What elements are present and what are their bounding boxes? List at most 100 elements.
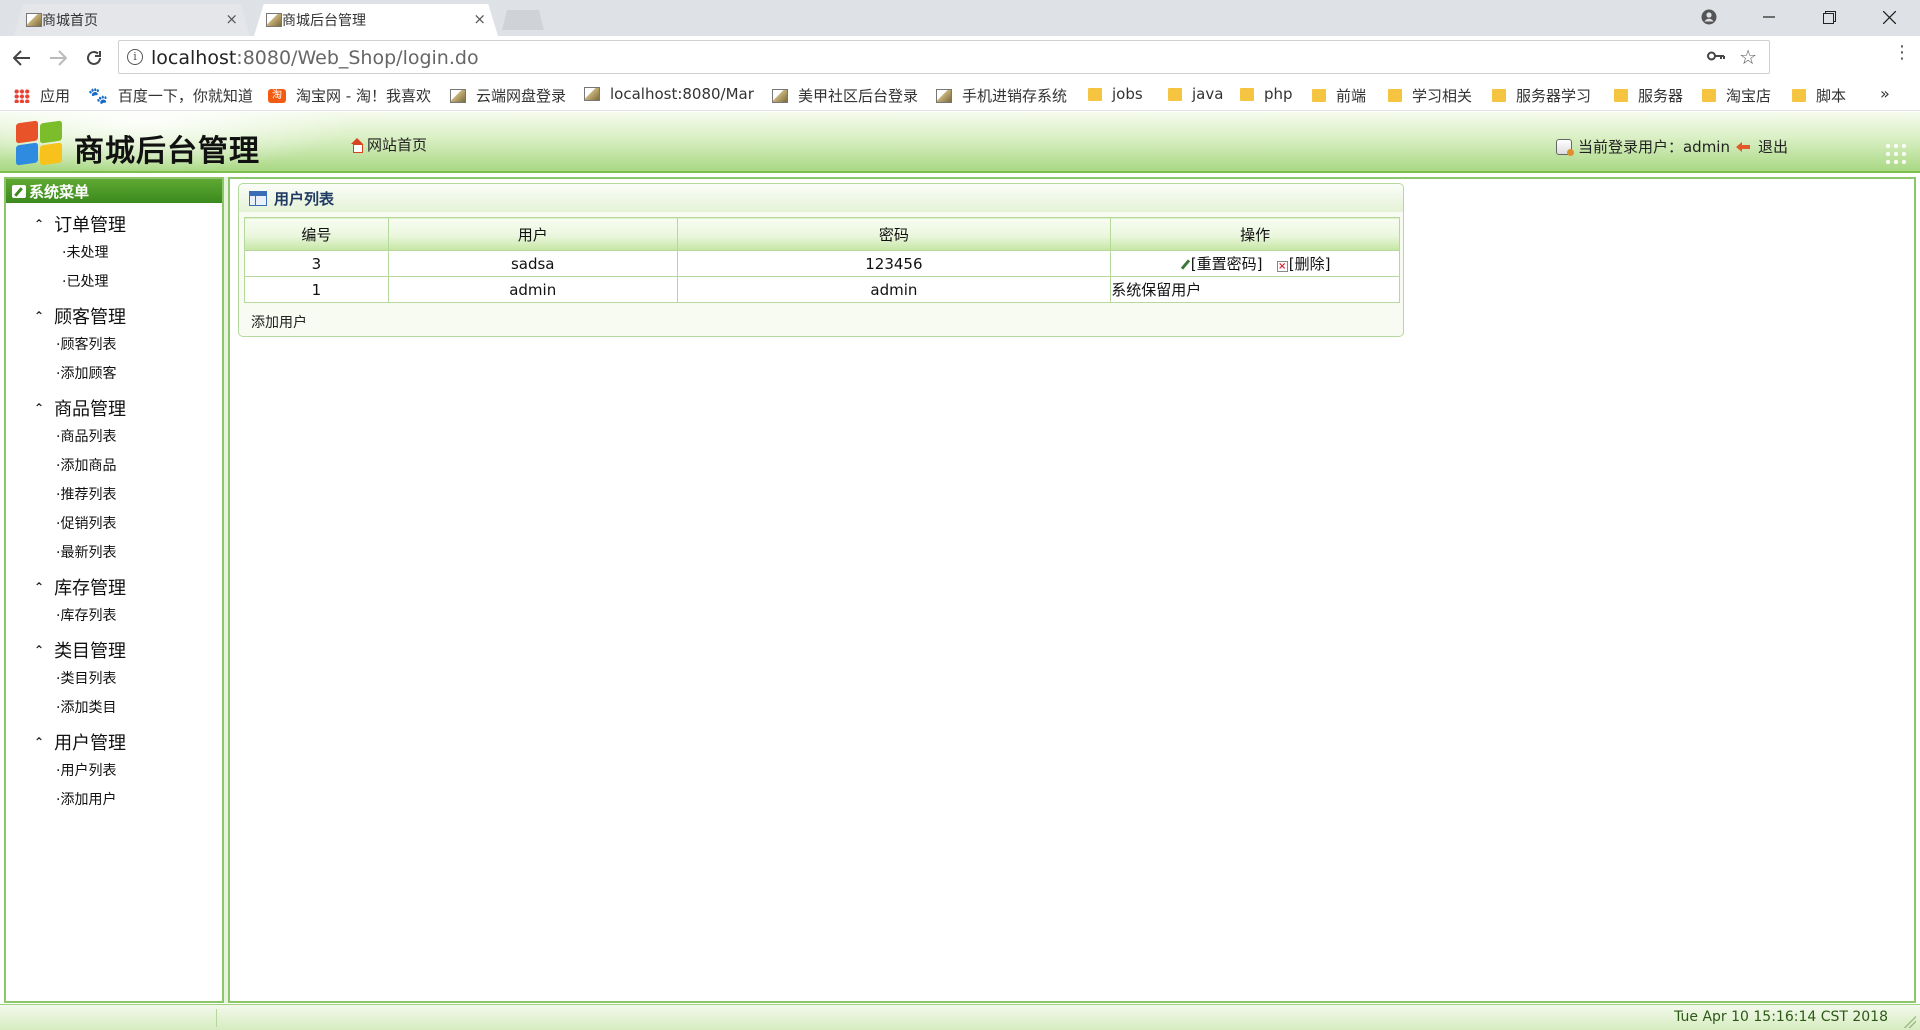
delete-user-link[interactable]: × [删除] <box>1276 255 1330 273</box>
content-frame: 用户列表 编号 用户 密码 操作 3 sadsa 123456 [重置密码] ×… <box>228 177 1916 1003</box>
minimize-icon[interactable] <box>1740 0 1798 34</box>
bookmark-folder-server-study[interactable]: 服务器学习 <box>1492 85 1591 106</box>
bookmark-apps[interactable]: 应用 <box>14 85 70 106</box>
menu-item-add-user[interactable]: ·添加用户 <box>34 786 222 815</box>
browser-tab-admin[interactable]: 商城后台管理 × <box>254 4 498 36</box>
bookmark-folder-java[interactable]: java <box>1168 85 1223 103</box>
column-header-actions: 操作 <box>1110 217 1400 251</box>
add-user-link[interactable]: 添加用户 <box>251 312 307 332</box>
table-row: 1 admin admin 系统保留用户 <box>244 276 1400 303</box>
cell-id: 1 <box>244 276 389 303</box>
folder-icon <box>1312 89 1326 102</box>
status-clock: Tue Apr 10 15:16:14 CST 2018 <box>1674 1009 1888 1025</box>
user-table: 编号 用户 密码 操作 3 sadsa 123456 [重置密码] ×[删除] <box>244 217 1400 303</box>
bookmark-nail-admin[interactable]: 美甲社区后台登录 <box>772 85 918 106</box>
bookmark-taobao[interactable]: 淘淘宝网 - 淘！我喜欢 <box>268 85 431 106</box>
table-header-row: 编号 用户 密码 操作 <box>244 217 1400 251</box>
bookmarks-bar: 应用 🐾 百度一下，你就知道 淘淘宝网 - 淘！我喜欢 云端网盘登录 localh… <box>0 78 1920 111</box>
menu-group-inventory[interactable]: ⌃ 库存管理 <box>34 572 222 602</box>
logout-link[interactable]: 退出 <box>1758 136 1788 157</box>
tab-close-icon[interactable]: × <box>225 10 238 28</box>
bookmark-folder-study[interactable]: 学习相关 <box>1388 85 1472 106</box>
panel-title: 用户列表 <box>274 189 335 208</box>
url-text: localhost:8080/Web_Shop/login.do <box>151 47 479 69</box>
menu-item-unprocessed[interactable]: ·未处理 <box>34 239 222 268</box>
site-home-link[interactable]: 网站首页 <box>350 134 427 155</box>
new-tab-button[interactable] <box>502 10 544 30</box>
restore-icon[interactable] <box>1800 0 1858 34</box>
page-icon <box>584 87 600 101</box>
address-bar[interactable]: i localhost:8080/Web_Shop/login.do ☆ <box>118 40 1770 74</box>
folder-icon <box>1702 89 1716 102</box>
menu-item-add-category[interactable]: ·添加类目 <box>34 694 222 723</box>
chevron-up-icon: ⌃ <box>34 217 45 231</box>
chevron-up-icon: ⌃ <box>34 580 45 594</box>
menu-group-products[interactable]: ⌃ 商品管理 <box>34 393 222 423</box>
page-favicon-icon <box>26 13 42 27</box>
key-icon[interactable] <box>1707 47 1725 67</box>
bookmark-star-icon[interactable]: ☆ <box>1739 45 1757 69</box>
menu-group-users[interactable]: ⌃ 用户管理 <box>34 727 222 757</box>
menu-item-category-list[interactable]: ·类目列表 <box>34 665 222 694</box>
menu-item-user-list[interactable]: ·用户列表 <box>34 757 222 786</box>
bookmark-baidu[interactable]: 🐾 百度一下，你就知道 <box>88 85 253 106</box>
menu-group-customers[interactable]: ⌃ 顾客管理 <box>34 301 222 331</box>
resize-grip-icon[interactable] <box>1902 1014 1916 1028</box>
profile-icon[interactable] <box>1680 0 1738 34</box>
back-icon[interactable] <box>8 44 36 72</box>
menu-group-orders[interactable]: ⌃ 订单管理 <box>34 209 222 239</box>
bookmark-folder-taobao-shop[interactable]: 淘宝店 <box>1702 85 1771 106</box>
cell-password: admin <box>676 276 1112 303</box>
folder-icon <box>1088 87 1102 101</box>
menu-item-promotion-list[interactable]: ·促销列表 <box>34 510 222 539</box>
current-username: admin <box>1682 137 1730 156</box>
logout-icon[interactable] <box>1735 141 1752 153</box>
tab-close-icon[interactable]: × <box>473 10 486 28</box>
menu-item-recommended-list[interactable]: ·推荐列表 <box>34 481 222 510</box>
grip-dots-icon <box>1884 142 1910 168</box>
browser-menu-icon[interactable]: ⋮ <box>1893 42 1911 63</box>
taobao-icon: 淘 <box>268 88 286 103</box>
folder-icon <box>1792 89 1806 102</box>
reload-icon[interactable] <box>80 44 108 72</box>
menu-item-add-customer[interactable]: ·添加顾客 <box>34 360 222 389</box>
windows-logo-icon <box>14 120 64 166</box>
menu-list: ⌃ 订单管理 ·未处理 ·已处理 ⌃ 顾客管理 ·顾客列表 ·添加顾客 ⌃ 商品管理 … <box>6 209 222 815</box>
menu-group-categories[interactable]: ⌃ 类目管理 <box>34 635 222 665</box>
bookmark-folder-server[interactable]: 服务器 <box>1614 85 1683 106</box>
apps-icon <box>14 88 30 103</box>
bookmark-phone-inventory[interactable]: 手机进销存系统 <box>936 85 1067 106</box>
menu-item-add-product[interactable]: ·添加商品 <box>34 452 222 481</box>
sidebar-menu: 系统菜单 ⌃ 订单管理 ·未处理 ·已处理 ⌃ 顾客管理 ·顾客列表 ·添加顾客 ⌃… <box>4 177 224 1003</box>
bookmark-localhost[interactable]: localhost:8080/Mar <box>584 85 754 103</box>
menu-item-customer-list[interactable]: ·顾客列表 <box>34 331 222 360</box>
browser-tab-shop-home[interactable]: 商城首页 × <box>14 4 250 36</box>
reset-password-link[interactable]: [重置密码] <box>1180 255 1263 273</box>
bookmark-folder-scripts[interactable]: 脚本 <box>1792 85 1846 106</box>
menu-item-product-list[interactable]: ·商品列表 <box>34 423 222 452</box>
user-info: 当前登录用户： admin 退出 <box>1555 136 1788 157</box>
bookmark-cloud-disk[interactable]: 云端网盘登录 <box>450 85 566 106</box>
cell-user: sadsa <box>387 250 678 277</box>
site-info-icon[interactable]: i <box>127 49 143 65</box>
menu-item-newest-list[interactable]: ·最新列表 <box>34 539 222 568</box>
forward-icon[interactable] <box>44 44 72 72</box>
bookmark-folder-frontend[interactable]: 前端 <box>1312 85 1366 106</box>
delete-icon: × <box>1276 261 1288 272</box>
table-icon <box>249 190 267 206</box>
chevron-up-icon: ⌃ <box>34 401 45 415</box>
column-header-id: 编号 <box>244 217 389 251</box>
close-window-icon[interactable] <box>1860 0 1918 34</box>
bookmark-folder-jobs[interactable]: jobs <box>1088 85 1143 103</box>
bookmark-folder-php[interactable]: php <box>1240 85 1293 103</box>
browser-toolbar: i localhost:8080/Web_Shop/login.do ☆ ⋮ <box>0 36 1920 78</box>
table-row: 3 sadsa 123456 [重置密码] × [删除] <box>244 250 1400 277</box>
baidu-icon: 🐾 <box>88 86 108 105</box>
bookmarks-overflow-icon[interactable]: » <box>1880 84 1890 103</box>
page-icon <box>772 88 788 103</box>
menu-item-processed[interactable]: ·已处理 <box>34 268 222 297</box>
cell-password: 123456 <box>676 250 1112 277</box>
menu-item-inventory-list[interactable]: ·库存列表 <box>34 602 222 631</box>
user-list-panel: 用户列表 编号 用户 密码 操作 3 sadsa 123456 [重置密码] ×… <box>238 183 1404 337</box>
tab-title: 商城首页 <box>42 13 98 29</box>
